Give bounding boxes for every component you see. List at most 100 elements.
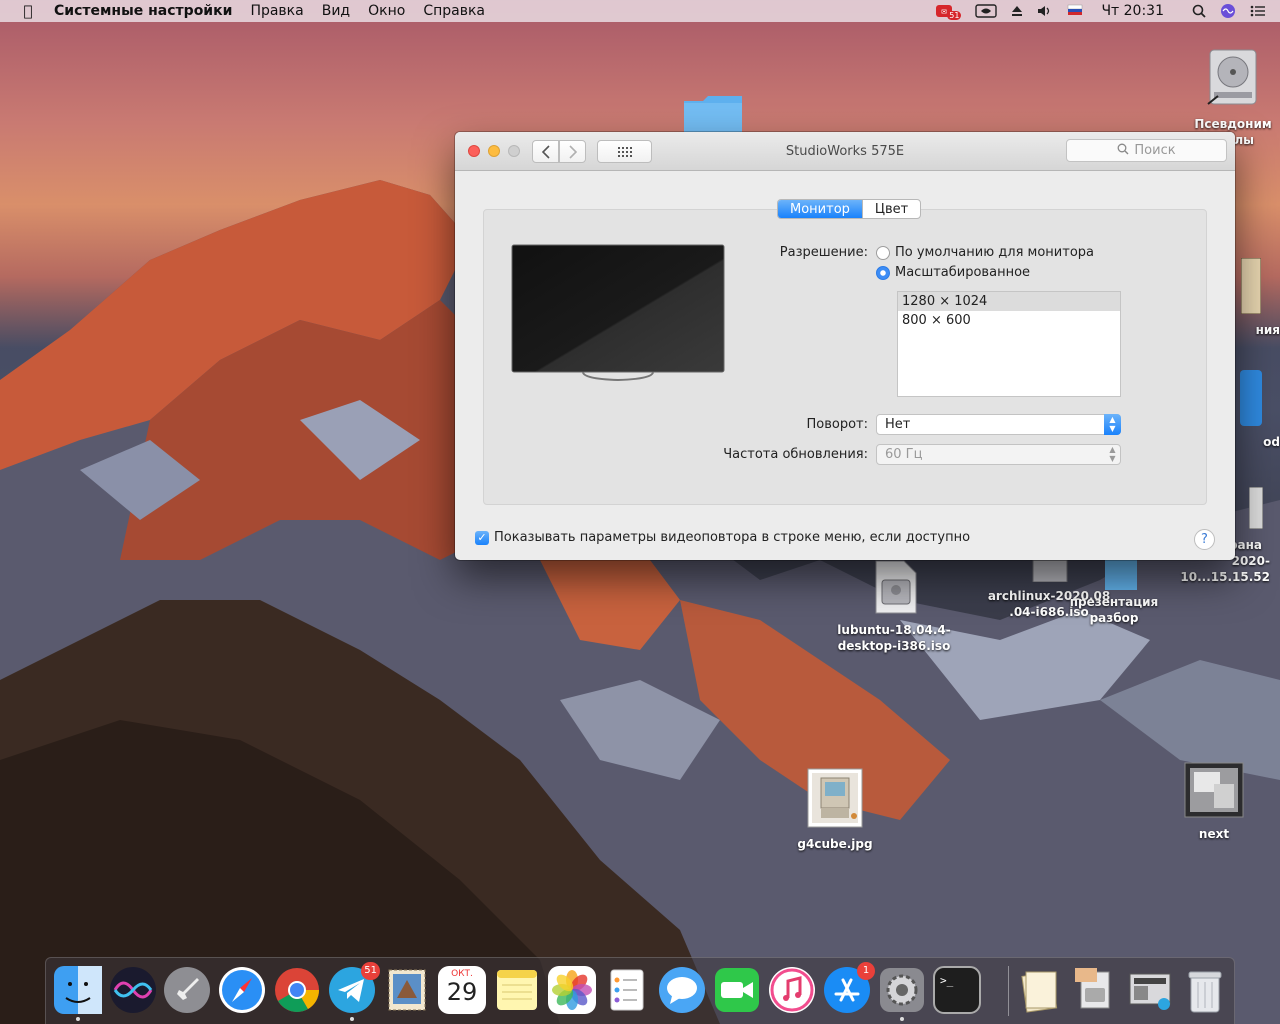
app-store-updates-badge: 1 bbox=[857, 962, 875, 980]
desktop-icon-presentation-folder[interactable]: презентация разбор bbox=[1066, 560, 1162, 626]
screenshot-icon bbox=[1232, 486, 1280, 533]
desktop-icon-g4cube-jpg[interactable]: g4cube.jpg bbox=[790, 768, 880, 852]
notes-icon bbox=[497, 970, 537, 1010]
updown-arrows-icon: ▲ ▼ bbox=[1109, 445, 1116, 463]
notification-center-icon[interactable] bbox=[1250, 5, 1266, 17]
dock-downloads-stack[interactable] bbox=[1071, 966, 1119, 1014]
calendar-day: 29 bbox=[446, 978, 478, 1006]
dock-facetime[interactable] bbox=[713, 966, 761, 1014]
menu-extras: ✉ 51 Чт 20:31 bbox=[921, 0, 1280, 22]
dock-calendar[interactable]: ОКТ. 29 bbox=[438, 966, 486, 1014]
menu-view[interactable]: Вид bbox=[322, 3, 350, 19]
compass-icon bbox=[219, 967, 265, 1013]
dock-screenshots-stack[interactable] bbox=[1126, 966, 1174, 1014]
siri-icon bbox=[110, 967, 156, 1013]
menu-app-name[interactable]: Системные настройки bbox=[54, 3, 232, 19]
dock-safari[interactable] bbox=[218, 966, 266, 1014]
desktop-icon-lubuntu-iso[interactable]: lubuntu-18.04.4- desktop-i386.iso bbox=[830, 560, 958, 654]
photos-icon bbox=[552, 970, 592, 1010]
volume-icon[interactable] bbox=[1037, 5, 1053, 17]
documents-stack-icon bbox=[1021, 971, 1058, 1013]
terminal-prompt: >_ bbox=[940, 974, 954, 987]
monitor-preview-icon bbox=[511, 244, 725, 386]
dock-reminders[interactable] bbox=[603, 966, 651, 1014]
music-note-icon bbox=[769, 967, 815, 1013]
hard-drive-icon bbox=[1188, 46, 1278, 112]
dock-finder[interactable] bbox=[54, 966, 102, 1021]
updown-arrows-icon: ▲ ▼ bbox=[1104, 414, 1121, 435]
messages-icon bbox=[659, 967, 705, 1013]
rotation-select[interactable]: Нет ▲ ▼ bbox=[876, 414, 1121, 435]
dock-notes[interactable] bbox=[493, 966, 541, 1014]
eject-icon[interactable] bbox=[1011, 5, 1023, 17]
apple-logo-icon[interactable]:  bbox=[18, 2, 38, 20]
rotation-label: Поворот: bbox=[806, 417, 868, 432]
screenshot-icon bbox=[1129, 973, 1171, 1010]
desktop-icon-label: g4cube.jpg bbox=[797, 837, 873, 851]
tab-display[interactable]: Монитор bbox=[778, 200, 862, 218]
desktop-icon-label: Псевдоним bbox=[1194, 117, 1272, 131]
radio-default-label: По умолчанию для монитора bbox=[895, 245, 1094, 260]
menu-bar:  Системные настройки Правка Вид Окно Сп… bbox=[0, 0, 1280, 22]
dock-mail[interactable] bbox=[383, 966, 431, 1014]
dock-documents-stack[interactable] bbox=[1016, 966, 1064, 1014]
reminders-icon bbox=[610, 969, 644, 1011]
siri-icon[interactable] bbox=[1220, 3, 1236, 19]
radio-scaled[interactable] bbox=[876, 265, 890, 280]
refresh-rate-select: 60 Гц ▲ ▼ bbox=[876, 444, 1121, 465]
radio-default[interactable] bbox=[876, 245, 890, 260]
resolution-list-item[interactable]: 1280 × 1024 bbox=[898, 292, 1120, 311]
dock-photos[interactable] bbox=[548, 966, 596, 1014]
search-field[interactable]: Поиск bbox=[1066, 139, 1227, 162]
refresh-rate-label: Частота обновления: bbox=[723, 447, 868, 462]
desktop-icon-label: desktop-i386.iso bbox=[837, 639, 951, 653]
dock-siri[interactable] bbox=[109, 966, 157, 1014]
desktop-icon-label: разбор bbox=[1089, 611, 1139, 625]
dock-trash[interactable] bbox=[1181, 966, 1229, 1014]
running-indicator bbox=[350, 1017, 354, 1021]
running-indicator bbox=[900, 1017, 904, 1021]
nvidia-icon[interactable] bbox=[975, 4, 998, 18]
desktop-icon-label: next bbox=[1198, 827, 1230, 841]
dock-itunes[interactable] bbox=[768, 966, 816, 1014]
menu-edit[interactable]: Правка bbox=[250, 3, 303, 19]
dock-telegram[interactable]: 51 bbox=[328, 962, 380, 1021]
finder-icon bbox=[54, 966, 102, 1014]
chrome-icon bbox=[275, 968, 319, 1012]
image-file-icon bbox=[1180, 762, 1248, 822]
desktop-icon-label: презентация bbox=[1069, 595, 1159, 609]
mirroring-option[interactable]: ✓ Показывать параметры видеоповтора в ст… bbox=[475, 530, 970, 545]
mirroring-checkbox[interactable]: ✓ bbox=[475, 530, 489, 545]
dock-launchpad[interactable] bbox=[163, 966, 211, 1014]
resolution-list[interactable]: 1280 × 1024 800 × 600 bbox=[897, 291, 1121, 397]
gear-icon bbox=[880, 968, 924, 1012]
disk-image-icon bbox=[830, 560, 958, 618]
dock-terminal[interactable]: >_ bbox=[933, 966, 981, 1014]
desktop-icon-next[interactable]: next bbox=[1180, 762, 1248, 842]
dock-app-store[interactable]: 1 bbox=[823, 962, 875, 1014]
tab-color[interactable]: Цвет bbox=[861, 200, 920, 218]
input-language-icon[interactable] bbox=[1067, 4, 1083, 18]
facetime-icon bbox=[715, 968, 759, 1012]
notification-badge: 51 bbox=[947, 10, 962, 20]
display-preferences-window: StudioWorks 575E Поиск Монитор Цвет Разр… bbox=[455, 132, 1235, 560]
mirroring-checkbox-label: Показывать параметры видеоповтора в стро… bbox=[494, 530, 971, 545]
resolution-default-option[interactable]: По умолчанию для монитора bbox=[876, 245, 1094, 260]
disk-image-icon bbox=[1075, 968, 1110, 1009]
notifications-tray-icon[interactable]: ✉ 51 bbox=[935, 3, 962, 20]
menu-window[interactable]: Окно bbox=[368, 3, 405, 19]
rotation-value: Нет bbox=[885, 417, 911, 432]
menu-clock[interactable]: Чт 20:31 bbox=[1101, 3, 1164, 19]
help-button[interactable]: ? bbox=[1194, 529, 1215, 550]
menu-help[interactable]: Справка bbox=[423, 3, 485, 19]
dock-system-preferences[interactable] bbox=[878, 966, 926, 1021]
trash-icon bbox=[1188, 971, 1222, 1013]
resolution-scaled-option[interactable]: Масштабированное bbox=[876, 265, 1030, 280]
folder-icon bbox=[1066, 560, 1162, 590]
radio-scaled-label: Масштабированное bbox=[895, 265, 1031, 280]
window-titlebar[interactable]: StudioWorks 575E Поиск bbox=[455, 132, 1235, 171]
dock-messages[interactable] bbox=[658, 966, 706, 1014]
spotlight-search-icon[interactable] bbox=[1192, 4, 1206, 18]
dock-chrome[interactable] bbox=[273, 966, 321, 1014]
resolution-list-item[interactable]: 800 × 600 bbox=[898, 311, 1120, 330]
